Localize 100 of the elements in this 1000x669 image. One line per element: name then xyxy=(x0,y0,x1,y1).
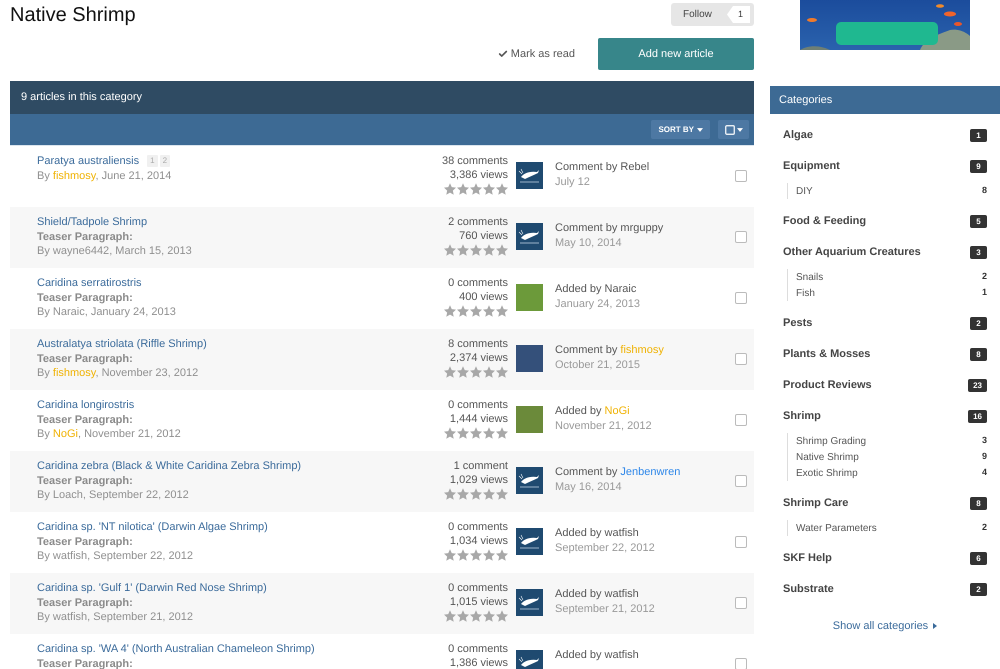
checkbox-icon xyxy=(724,124,734,134)
page-title: Native Shrimp xyxy=(10,3,136,28)
row-checkbox[interactable] xyxy=(735,658,747,669)
caret-icon xyxy=(736,128,742,132)
categories-header: Categories xyxy=(770,86,1000,114)
category-link[interactable]: Other Aquarium Creatures xyxy=(783,244,921,261)
subcategory-link[interactable]: Fish xyxy=(796,286,815,300)
select-dropdown-button[interactable] xyxy=(718,120,749,139)
user-link[interactable]: Rebel xyxy=(620,161,650,173)
list-header: 9 articles in this category xyxy=(10,81,754,114)
user-link[interactable]: watfish xyxy=(604,649,639,661)
category-link[interactable]: SKF Help xyxy=(783,550,832,567)
byline-text: By watfish, September 22, 2012 xyxy=(37,549,193,564)
user-link[interactable]: Naraic xyxy=(604,283,636,295)
row-checkbox[interactable] xyxy=(735,414,747,426)
article-title-link[interactable]: Australatya striolata (Riffle Shrimp) xyxy=(37,337,207,352)
view-count: 2,374 views xyxy=(450,351,508,365)
subcategory-link[interactable]: Snails xyxy=(796,270,824,284)
view-count: 1,386 views xyxy=(450,656,508,669)
activity-date: October 21, 2015 xyxy=(555,358,640,373)
star-icon xyxy=(496,183,508,195)
teaser-label: Teaser Paragraph: xyxy=(37,230,133,244)
byline-text: By Loach, September 22, 2012 xyxy=(37,488,189,502)
row-checkbox[interactable] xyxy=(735,292,747,304)
star-icon xyxy=(444,366,456,378)
subcategory-count: 8 xyxy=(982,184,987,198)
last-activity-text: Added by watfish xyxy=(555,587,639,602)
comment-count: 38 comments xyxy=(442,154,508,168)
last-activity-text: Added by Naraic xyxy=(555,282,636,297)
subcategory-link[interactable]: DIY xyxy=(796,184,813,198)
row-checkbox[interactable] xyxy=(735,353,747,365)
star-icon xyxy=(444,610,456,622)
user-link[interactable]: watfish xyxy=(604,527,639,539)
row-checkbox[interactable] xyxy=(735,597,747,609)
star-icon xyxy=(483,427,495,439)
byline-text: By fishmosy, June 21, 2014 xyxy=(37,168,172,183)
subcategory-link[interactable]: Water Parameters xyxy=(796,520,877,536)
last-activity-text: Added by watfish xyxy=(555,648,639,663)
category-link[interactable]: Shrimp Care xyxy=(783,495,848,512)
row-checkbox[interactable] xyxy=(735,536,747,548)
byline-text: By watfish, September 21, 2012 xyxy=(37,610,193,624)
category-link[interactable]: Shrimp xyxy=(783,408,821,425)
subcategory-link[interactable]: Native Shrimp xyxy=(796,450,859,464)
star-icon xyxy=(444,427,456,439)
star-icon xyxy=(483,549,495,561)
star-icon xyxy=(496,305,508,317)
category-link[interactable]: Algae xyxy=(783,127,813,144)
category-link[interactable]: Product Reviews xyxy=(783,377,872,394)
count-badge: 5 xyxy=(970,215,987,228)
star-icon xyxy=(470,549,482,561)
article-title-link[interactable]: Caridina sp. 'Gulf 1' (Darwin Red Nose Shrimp) xyxy=(37,581,267,596)
article-title-link[interactable]: Caridina longirostris xyxy=(37,398,134,412)
mark-as-read-button[interactable]: Mark as read xyxy=(498,46,575,62)
subcategory-count: 1 xyxy=(982,286,987,300)
follow-button[interactable]: Follow 1 xyxy=(671,3,754,26)
activity-date: May 10, 2014 xyxy=(555,236,622,251)
star-icon xyxy=(496,366,508,378)
category-link[interactable]: Pests xyxy=(783,315,812,332)
article-title-link[interactable]: Shield/Tadpole Shrimp xyxy=(37,215,148,230)
category-link[interactable]: Substrate xyxy=(783,581,834,598)
star-icon xyxy=(496,610,508,622)
logo-thumbnail xyxy=(516,223,543,250)
article-title-link[interactable]: Caridina sp. 'WA 4' (North Australian Chameleon Shrimp) xyxy=(37,642,315,656)
byline-text: By fishmosy, November 23, 2012 xyxy=(37,366,198,380)
star-icon xyxy=(444,488,456,500)
category-link[interactable]: Plants & Mosses xyxy=(783,346,870,363)
article-title-link[interactable]: Caridina serratirostris xyxy=(37,276,142,290)
show-all-categories-link[interactable]: Show all categories xyxy=(832,618,938,634)
article-title-link[interactable]: Paratya australiensis xyxy=(37,154,140,168)
article-title-link[interactable]: Caridina zebra (Black & White Caridina Zebra Shrimp) xyxy=(37,459,302,474)
check-icon xyxy=(498,49,508,59)
count-badge: 1 xyxy=(970,129,987,142)
count-badge: 3 xyxy=(970,246,987,259)
category-link[interactable]: Food & Feeding xyxy=(783,213,866,230)
star-icon xyxy=(496,427,508,439)
comment-count: 0 comments xyxy=(448,581,508,595)
subcategory-link[interactable]: Shrimp Grading xyxy=(796,434,866,448)
star-icon xyxy=(470,366,482,378)
row-checkbox[interactable] xyxy=(735,475,747,487)
star-icon xyxy=(483,305,495,317)
teaser-label: Teaser Paragraph: xyxy=(37,474,133,488)
comment-count: 0 comments xyxy=(448,276,508,290)
view-count: 1,034 views xyxy=(450,534,508,548)
row-checkbox[interactable] xyxy=(735,170,747,182)
activity-date: September 21, 2012 xyxy=(555,602,655,617)
caret-right-icon xyxy=(933,623,938,630)
row-checkbox[interactable] xyxy=(735,231,747,243)
category-link[interactable]: Equipment xyxy=(783,158,840,175)
star-icon xyxy=(457,366,469,378)
subcategory-link[interactable]: Exotic Shrimp xyxy=(796,466,858,480)
user-link[interactable]: watfish xyxy=(604,588,639,600)
follow-count: 1 xyxy=(727,6,750,23)
article-title-link[interactable]: Caridina sp. 'NT nilotica' (Darwin Algae Shrimp) xyxy=(37,520,268,534)
logo-thumbnail xyxy=(516,528,543,555)
star-icon xyxy=(470,305,482,317)
star-icon xyxy=(483,488,495,500)
view-count: 400 views xyxy=(459,290,508,304)
add-article-button[interactable]: Add new article xyxy=(598,38,754,70)
sort-button[interactable]: SORT BY xyxy=(651,120,710,139)
user-link[interactable]: mrguppy xyxy=(620,222,664,234)
